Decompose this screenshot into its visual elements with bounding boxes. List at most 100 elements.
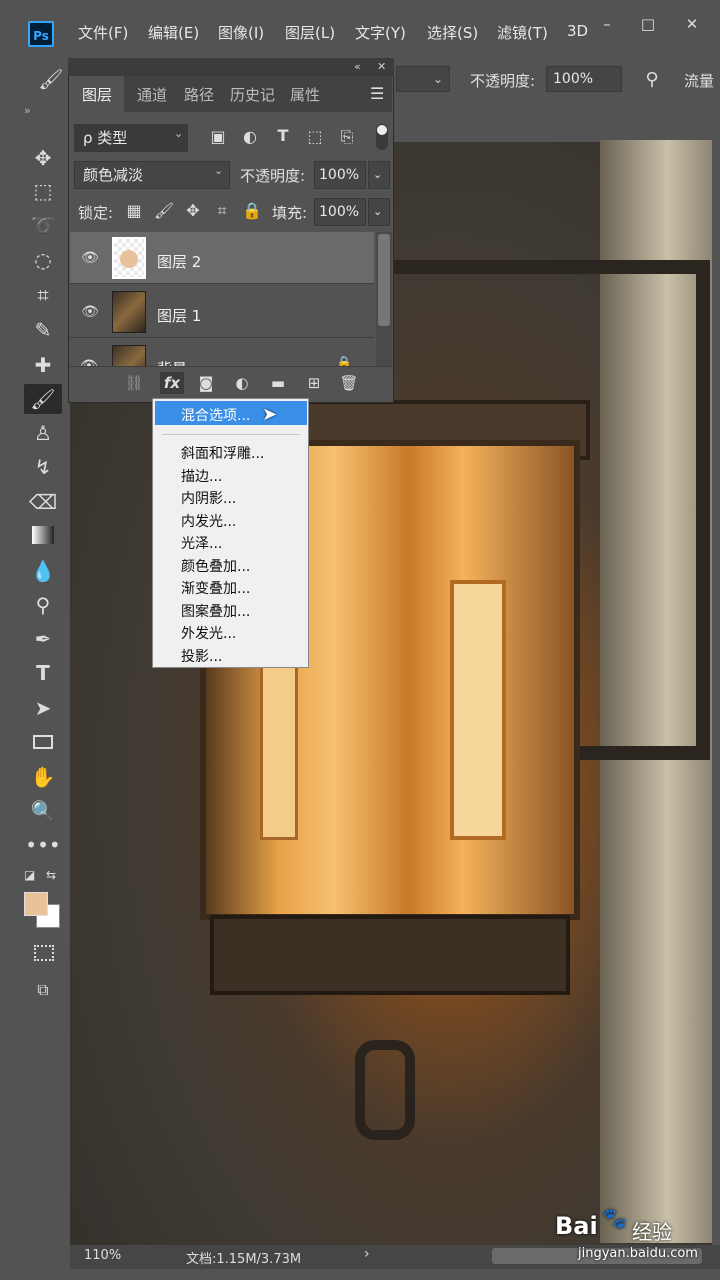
- filter-shape-icon[interactable]: ⬚: [303, 127, 327, 146]
- layer-name[interactable]: 背景: [157, 358, 187, 366]
- toolbar-collapse-icon[interactable]: »: [24, 104, 31, 117]
- filter-type-icon[interactable]: T: [271, 126, 295, 145]
- visibility-eye-icon[interactable]: 👁: [80, 358, 98, 366]
- path-select-tool-icon[interactable]: ➤: [24, 693, 62, 723]
- tab-layers[interactable]: 图层: [82, 84, 112, 105]
- opacity-field[interactable]: 100%: [546, 66, 622, 92]
- layer-opacity-field[interactable]: 100%: [314, 161, 366, 189]
- menu-item-bevel-emboss[interactable]: 斜面和浮雕...: [181, 443, 264, 463]
- link-layers-icon[interactable]: ⛓: [122, 372, 146, 394]
- crop-tool-icon[interactable]: ⌗: [24, 280, 62, 310]
- layer-row[interactable]: 👁 背景 🔒: [70, 340, 374, 366]
- layer-name[interactable]: 图层 1: [157, 305, 201, 326]
- foreground-color-swatch[interactable]: [24, 892, 48, 916]
- gradient-tool-icon[interactable]: [32, 526, 54, 544]
- fx-button[interactable]: fx: [160, 372, 184, 394]
- maximize-icon[interactable]: □: [634, 10, 662, 38]
- panel-titlebar: [68, 58, 394, 76]
- rectangle-tool-icon[interactable]: [33, 735, 53, 749]
- fill-dropdown-icon[interactable]: ⌄: [368, 198, 390, 226]
- dodge-tool-icon[interactable]: ⚲: [24, 590, 62, 620]
- quick-select-tool-icon[interactable]: ◌: [24, 245, 62, 275]
- hand-tool-icon[interactable]: ✋: [24, 762, 62, 792]
- swap-colors-icon[interactable]: ⇆: [46, 868, 56, 882]
- menu-item-satin[interactable]: 光泽...: [181, 533, 222, 553]
- filter-pixel-icon[interactable]: ▣: [206, 127, 230, 146]
- menu-item-outer-glow[interactable]: 外发光...: [181, 623, 236, 643]
- lock-position-icon[interactable]: ✥: [181, 201, 205, 220]
- healing-brush-tool-icon[interactable]: ✚: [24, 350, 62, 380]
- menu-edit[interactable]: 编辑(E): [148, 22, 199, 43]
- filter-adjustment-icon[interactable]: ◐: [238, 127, 262, 146]
- menu-filter[interactable]: 滤镜(T): [497, 22, 548, 43]
- layers-scrollbar-thumb[interactable]: [378, 234, 390, 326]
- tab-paths[interactable]: 路径: [184, 84, 214, 105]
- filter-smart-object-icon[interactable]: ⎘: [335, 127, 359, 147]
- default-colors-icon[interactable]: ◪: [24, 868, 35, 882]
- visibility-eye-icon[interactable]: 👁: [80, 250, 100, 266]
- layer-filter-dropdown[interactable]: ρ 类型: [74, 124, 188, 152]
- close-icon[interactable]: ✕: [678, 10, 706, 38]
- tab-history[interactable]: 历史记: [230, 84, 278, 105]
- layer-name[interactable]: 图层 2: [157, 251, 201, 272]
- menu-item-inner-shadow[interactable]: 内阴影...: [181, 488, 236, 508]
- menu-item-stroke[interactable]: 描边...: [181, 466, 222, 486]
- tab-channels[interactable]: 通道: [137, 84, 167, 105]
- brush-tool-icon[interactable]: 🖌: [24, 384, 62, 414]
- minimize-icon[interactable]: –: [593, 10, 621, 38]
- menu-select[interactable]: 选择(S): [427, 22, 478, 43]
- menu-3d[interactable]: 3D: [567, 22, 588, 40]
- search-icon[interactable]: ⚲: [640, 68, 664, 92]
- filter-chevron-icon: ⌄: [174, 127, 184, 140]
- menu-item-pattern-overlay[interactable]: 图案叠加...: [181, 601, 250, 621]
- lantern-glow-pane-left: [260, 640, 298, 840]
- layer-opacity-dropdown-icon[interactable]: ⌄: [368, 161, 390, 189]
- adjustment-layer-icon[interactable]: ◐: [230, 372, 254, 394]
- lock-image-icon[interactable]: 🖌: [152, 201, 176, 220]
- menu-type[interactable]: 文字(Y): [355, 22, 406, 43]
- layer-thumbnail: [112, 291, 146, 333]
- menu-file[interactable]: 文件(F): [78, 22, 128, 43]
- menu-item-gradient-overlay[interactable]: 渐变叠加...: [181, 578, 250, 598]
- status-menu-arrow-icon[interactable]: ›: [364, 1246, 370, 1262]
- pen-tool-icon[interactable]: ✒: [24, 624, 62, 654]
- blur-tool-icon[interactable]: 💧: [24, 556, 62, 586]
- document-info: 文档:1.15M/3.73M: [186, 1252, 302, 1267]
- quick-mask-icon[interactable]: [34, 945, 54, 961]
- lock-artboard-icon[interactable]: ⌗: [210, 201, 234, 221]
- new-layer-icon[interactable]: ⊞: [302, 372, 326, 394]
- panel-collapse-icon[interactable]: «: [354, 60, 361, 73]
- screen-mode-icon[interactable]: ⧉: [24, 975, 62, 1005]
- new-group-icon[interactable]: ▬: [266, 372, 290, 394]
- zoom-level[interactable]: 110%: [84, 1248, 121, 1263]
- move-tool-icon[interactable]: ✥: [24, 143, 62, 173]
- menu-item-drop-shadow[interactable]: 投影...: [181, 646, 222, 666]
- mode-dropdown[interactable]: ⌄: [396, 66, 450, 92]
- history-brush-tool-icon[interactable]: ↯: [24, 452, 62, 482]
- tab-properties[interactable]: 属性: [290, 84, 320, 105]
- delete-layer-icon[interactable]: 🗑: [337, 372, 361, 394]
- add-mask-icon[interactable]: ◙: [194, 372, 218, 394]
- menu-item-blending-options[interactable]: 混合选项...: [181, 405, 250, 425]
- filter-toggle-knob: [377, 125, 387, 135]
- fill-field[interactable]: 100%: [314, 198, 366, 226]
- lock-all-icon[interactable]: 🔒: [240, 201, 264, 220]
- brush-preset-icon[interactable]: 🖌: [36, 64, 66, 94]
- menu-layer[interactable]: 图层(L): [285, 22, 335, 43]
- lock-transparent-icon[interactable]: ▦: [122, 201, 146, 220]
- eyedropper-tool-icon[interactable]: ✎: [24, 315, 62, 345]
- panel-close-icon[interactable]: ✕: [377, 60, 386, 73]
- lasso-tool-icon[interactable]: ➰: [24, 210, 62, 240]
- marquee-tool-icon[interactable]: ⬚: [24, 176, 62, 206]
- visibility-eye-icon[interactable]: 👁: [80, 304, 100, 320]
- menu-image[interactable]: 图像(I): [218, 22, 264, 43]
- stamp-tool-icon[interactable]: ♙: [24, 418, 62, 448]
- eraser-tool-icon[interactable]: ⌫: [24, 487, 62, 517]
- zoom-tool-icon[interactable]: 🔍: [24, 796, 62, 826]
- more-tools-icon[interactable]: •••: [24, 830, 62, 860]
- menu-item-color-overlay[interactable]: 颜色叠加...: [181, 556, 250, 576]
- type-tool-icon[interactable]: T: [24, 658, 62, 688]
- blend-mode-dropdown[interactable]: 颜色减淡: [74, 161, 230, 189]
- panel-menu-icon[interactable]: ☰: [370, 84, 384, 103]
- menu-item-inner-glow[interactable]: 内发光...: [181, 511, 236, 531]
